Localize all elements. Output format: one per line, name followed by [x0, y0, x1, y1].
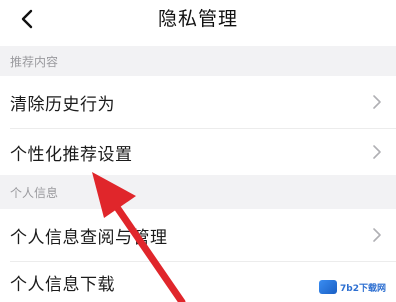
row-personal-info-manage[interactable]: 个人信息查阅与管理: [0, 209, 396, 261]
section-header-recommend: 推荐内容: [0, 46, 396, 76]
chevron-right-icon: [373, 228, 381, 242]
watermark-text: 7b2下载网: [340, 283, 386, 294]
top-bar: 隐私管理: [0, 0, 396, 46]
watermark-logo-icon: [319, 280, 338, 294]
page-title: 隐私管理: [157, 8, 238, 30]
row-label: 个人信息查阅与管理: [10, 227, 168, 248]
row-label: 个人信息下载: [10, 274, 115, 295]
row-clear-history[interactable]: 清除历史行为: [0, 76, 396, 128]
watermark: 7b2下载网: [315, 278, 390, 296]
section-header-personal-info: 个人信息: [0, 175, 396, 209]
row-personalized-recommendation[interactable]: 个性化推荐设置: [0, 129, 396, 175]
chevron-right-icon: [373, 95, 381, 109]
row-label: 清除历史行为: [10, 94, 115, 115]
row-label: 个性化推荐设置: [10, 144, 133, 165]
chevron-right-icon: [373, 145, 381, 159]
